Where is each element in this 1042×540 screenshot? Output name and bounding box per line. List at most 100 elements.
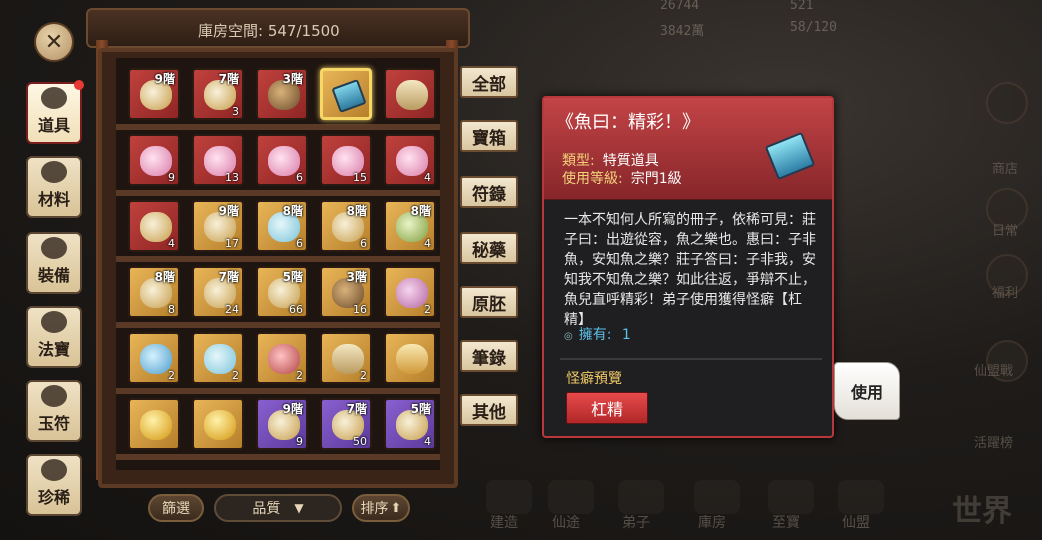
item-tier: 5階 [410,402,431,416]
bg-nav-label: 庫房 [698,515,726,531]
bg-nav-label: 仙途 [552,515,580,531]
filter-tab[interactable]: 其他 [460,394,518,426]
item-detail-popup: 《魚曰：精彩！》 類型: 特質道具 使用等級: 宗門1級 一本不知何人所寫的冊子，依… [542,96,834,438]
filter-tab[interactable]: 筆錄 [460,340,518,372]
sort-button[interactable]: 排序 ⬆ [352,494,410,522]
inventory-slot[interactable]: 13 [192,134,244,186]
item-count: 17 [225,237,239,250]
category-tab[interactable]: 裝備 [26,232,82,294]
inventory-slot[interactable]: 8階 4 [384,200,436,252]
inventory-slot[interactable]: 9階 17 [192,200,244,252]
filter-button[interactable]: 篩選 [148,494,204,522]
trait-preview-label: 怪癖預覽 [566,371,622,387]
close-button[interactable]: ✕ [34,22,74,62]
category-tab[interactable]: 道具 [26,80,84,144]
bg-stat: 26744 [660,0,700,13]
item-title: 《魚曰：精彩！》 [556,112,700,133]
filter-tab[interactable]: 全部 [460,66,518,98]
scroll-icon [396,80,428,110]
shelf-plank [116,388,440,394]
inventory-slot[interactable]: 5階 66 [256,266,308,318]
inventory-slot[interactable] [192,398,244,450]
item-count: 9 [296,435,303,448]
bg-stat: 3842萬 [660,24,705,39]
item-tier: 7階 [218,72,239,86]
filter-tab[interactable]: 原胚 [460,286,518,318]
quality-dropdown[interactable]: 品質 ▼ [214,494,342,522]
shelf-plank [116,190,440,196]
storage-capacity-label: 庫房空間: [198,22,264,40]
category-tab-label: 裝備 [37,266,70,285]
inventory-slot[interactable]: 4 [128,200,180,252]
inventory-slot[interactable]: 7階 50 [320,398,372,450]
trait-preview-button[interactable]: 杠精 [566,392,648,424]
storage-capacity-value: 547/1500 [267,22,340,40]
inventory-slot[interactable]: 8階 6 [320,200,372,252]
item-count: 6 [360,237,367,250]
inventory-slot[interactable]: 8階 8 [128,266,180,318]
bg-menu-label: 福利 [992,286,1019,301]
item-count: 4 [424,237,431,250]
inventory-slot[interactable]: 8階 6 [256,200,308,252]
inventory-slot[interactable]: 7階 24 [192,266,244,318]
item-owned-value: 1 [621,327,631,343]
inventory-slot[interactable]: 9 [128,134,180,186]
inventory-slot[interactable]: 4 [384,134,436,186]
background-world-label: 世界 [952,494,1012,529]
filter-tab[interactable]: 寶箱 [460,120,518,152]
bg-nav-icon [618,480,664,514]
category-tab[interactable]: 珍稀 [26,454,82,516]
inventory-slot[interactable] [320,68,372,120]
storage-capacity: 庫房空間: 547/1500 [198,20,340,41]
paper-icon [396,344,428,374]
item-type-value: 特質道具 [602,153,659,169]
item-count: 4 [168,237,175,250]
inventory-slot[interactable]: 6 [256,134,308,186]
item-count: 66 [289,303,303,316]
category-tab[interactable]: 法寶 [26,306,82,368]
use-button[interactable]: 使用 [834,362,900,420]
category-tab[interactable]: 材料 [26,156,82,218]
inventory-slot[interactable]: 2 [384,266,436,318]
bg-nav-icon [694,480,740,514]
quality-dropdown-value: 品質 [252,501,281,517]
item-level: 使用等級: 宗門1級 [562,168,682,188]
item-count: 16 [353,303,367,316]
bg-menu-label: 仙盟戰 [974,364,1014,379]
herb-icon [41,161,67,183]
inventory-slot[interactable]: 3階 [256,68,308,120]
bg-stat: 58/120 [790,20,837,35]
shelf-plank [116,256,440,262]
inventory-slot[interactable] [384,68,436,120]
inventory-slot[interactable]: 2 [192,332,244,384]
filter-tab[interactable]: 秘藥 [460,232,518,264]
inventory-slot[interactable]: 2 [320,332,372,384]
item-tier: 8階 [346,204,367,218]
book-icon [764,131,816,181]
inventory-slot[interactable]: 9階 9 [256,398,308,450]
inventory-slot[interactable]: 9階 [128,68,180,120]
item-type-key: 類型: [562,153,595,169]
inventory-slot[interactable]: 15 [320,134,372,186]
bg-nav-icon [838,480,884,514]
inventory-slot[interactable]: 2 [128,332,180,384]
inventory-slot[interactable] [384,332,436,384]
inventory-slot[interactable]: 3階 16 [320,266,372,318]
item-count: 6 [296,171,303,184]
bag-icon [41,87,67,109]
bg-nav-label: 仙盟 [842,515,870,531]
inventory-slot[interactable] [128,398,180,450]
item-tier: 9階 [282,402,303,416]
armor-icon [41,237,67,259]
inventory-slot[interactable]: 5階 4 [384,398,436,450]
inventory-slot[interactable]: 7階 3 [192,68,244,120]
owned-icon: ◎ [564,331,573,342]
item-count: 2 [360,369,367,382]
category-tab[interactable]: 玉符 [26,380,82,442]
filter-tab[interactable]: 符籙 [460,176,518,208]
shelf-grid[interactable]: 9階 7階 3 3階 9 13 6 15 4 4 9階 17 8階 6 8階 6 8階 4 8階 8 7階 24 5階 66 3… [116,58,440,470]
item-owned: ◎ 擁有: 1 [564,324,631,344]
inventory-slot[interactable]: 2 [256,332,308,384]
item-count: 8 [168,303,175,316]
artifact-icon [41,311,67,333]
